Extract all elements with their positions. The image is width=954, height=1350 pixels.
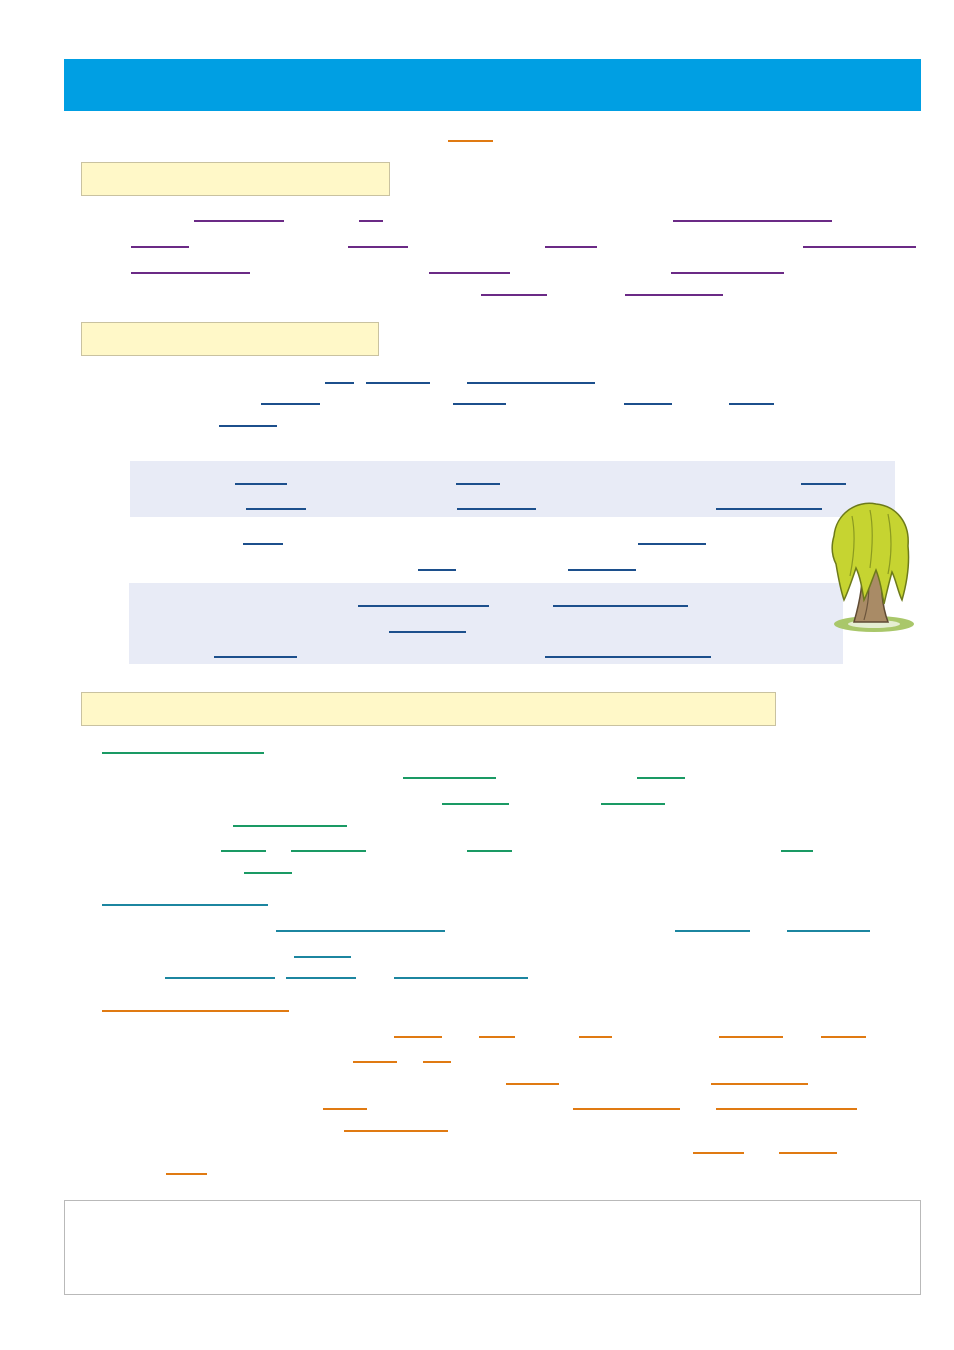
fill-blank[interactable] [389,631,466,633]
fill-blank[interactable] [294,956,351,958]
fill-blank[interactable] [194,220,284,222]
fill-blank[interactable] [233,825,347,827]
fill-blank[interactable] [479,1036,515,1038]
fill-blank[interactable] [787,930,870,932]
fill-blank[interactable] [276,930,445,932]
fill-blank[interactable] [803,246,916,248]
fill-blank[interactable] [625,294,723,296]
section-header-2 [81,322,379,356]
fill-blank[interactable] [481,294,547,296]
fill-blank[interactable] [246,508,306,510]
fill-blank[interactable] [506,1083,559,1085]
fill-blank[interactable] [394,1036,442,1038]
fill-blank[interactable] [573,1108,680,1110]
fill-blank[interactable] [235,483,287,485]
fill-blank[interactable] [719,1036,783,1038]
fill-blank[interactable] [243,543,283,545]
fill-blank[interactable] [429,272,510,274]
fill-blank[interactable] [366,382,430,384]
fill-blank[interactable] [131,272,250,274]
fill-blank[interactable] [711,1083,808,1085]
fill-blank[interactable] [453,403,506,405]
weeping-willow-tree-icon [831,502,914,632]
shaded-box-2 [129,583,843,664]
fill-blank[interactable] [545,656,711,658]
fill-blank[interactable] [673,220,832,222]
fill-blank[interactable] [693,1152,744,1154]
fill-blank[interactable] [467,850,512,852]
fill-blank[interactable] [457,508,536,510]
fill-blank[interactable] [325,382,354,384]
fill-blank[interactable] [821,1036,866,1038]
fill-blank[interactable] [214,656,297,658]
fill-blank[interactable] [291,850,366,852]
fill-blank[interactable] [637,777,685,779]
fill-blank[interactable] [716,1108,857,1110]
fill-blank[interactable] [675,930,750,932]
fill-blank[interactable] [358,605,489,607]
fill-blank[interactable] [219,425,277,427]
fill-blank[interactable] [781,850,813,852]
fill-blank[interactable] [418,569,456,571]
fill-blank[interactable] [448,140,493,142]
fill-blank[interactable] [579,1036,612,1038]
fill-blank[interactable] [545,246,597,248]
fill-blank[interactable] [165,977,275,979]
section-header-3 [81,692,776,726]
fill-blank[interactable] [456,483,500,485]
fill-blank[interactable] [553,605,688,607]
fill-blank[interactable] [729,403,774,405]
fill-blank[interactable] [344,1130,448,1132]
fill-blank[interactable] [394,977,528,979]
fill-blank[interactable] [286,977,356,979]
section-header-1 [81,162,390,196]
fill-blank[interactable] [102,752,264,754]
fill-blank[interactable] [467,382,595,384]
notes-box[interactable] [64,1200,921,1295]
fill-blank[interactable] [568,569,636,571]
fill-blank[interactable] [131,246,189,248]
fill-blank[interactable] [221,850,266,852]
fill-blank[interactable] [638,543,706,545]
fill-blank[interactable] [624,403,672,405]
fill-blank[interactable] [671,272,784,274]
fill-blank[interactable] [442,803,509,805]
fill-blank[interactable] [102,1010,289,1012]
fill-blank[interactable] [779,1152,837,1154]
fill-blank[interactable] [166,1173,207,1175]
fill-blank[interactable] [716,508,822,510]
fill-blank[interactable] [359,220,383,222]
fill-blank[interactable] [261,403,320,405]
fill-blank[interactable] [102,904,268,906]
title-bar [64,59,921,111]
fill-blank[interactable] [801,483,846,485]
fill-blank[interactable] [403,777,496,779]
fill-blank[interactable] [423,1061,451,1063]
fill-blank[interactable] [323,1108,367,1110]
fill-blank[interactable] [348,246,408,248]
fill-blank[interactable] [601,803,665,805]
fill-blank[interactable] [244,872,292,874]
fill-blank[interactable] [353,1061,397,1063]
